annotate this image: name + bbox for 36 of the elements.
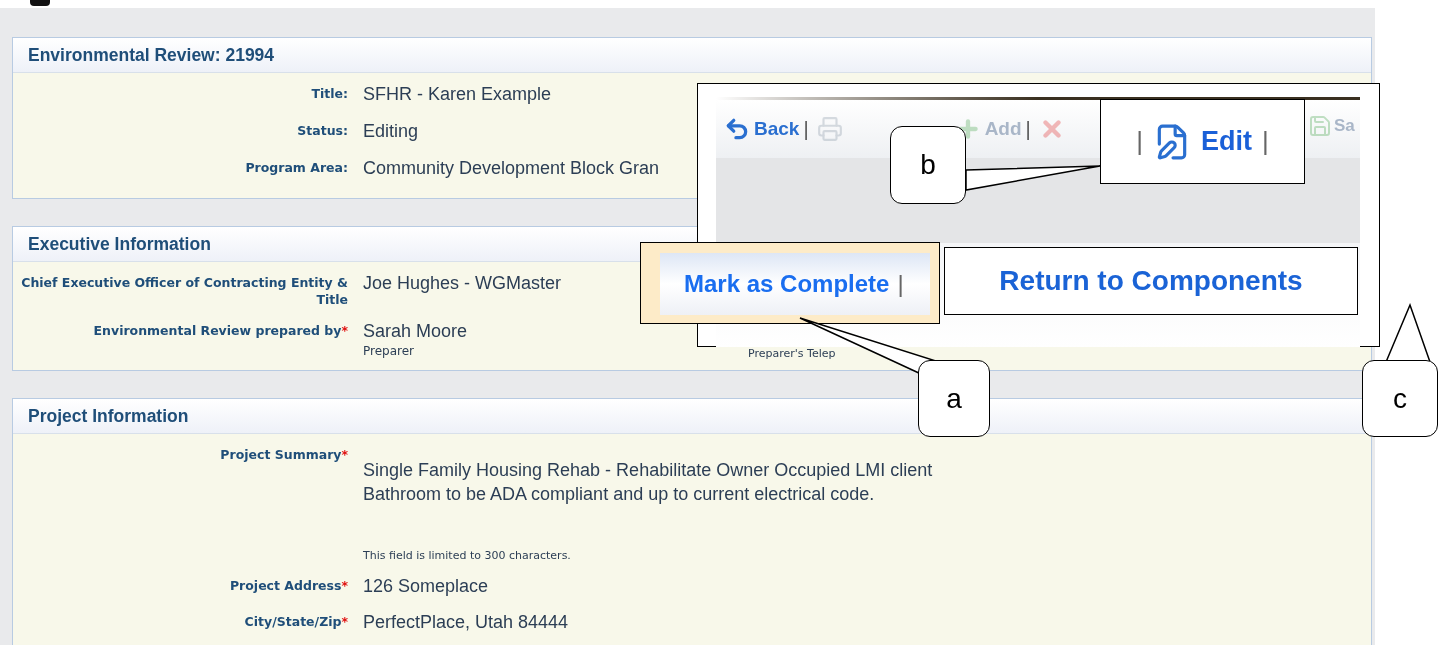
back-arrow-icon — [724, 116, 750, 142]
field-label: Preparer's Telep — [748, 348, 836, 360]
separator: | — [803, 117, 809, 142]
toolbar-link[interactable]: Back — [754, 114, 800, 144]
field-value: Community Development Block Gran — [363, 157, 660, 179]
field-value: Sarah Moore — [363, 320, 468, 342]
section-title: Environmental Review: 21994 — [28, 43, 275, 67]
section-title: Project Information — [28, 404, 189, 428]
field-label: Program Area: — [244, 159, 348, 176]
separator: | — [1025, 117, 1031, 142]
field-label: Environmental Review prepared by* — [92, 322, 348, 339]
edit-link[interactable]: Edit — [1201, 121, 1252, 162]
field-label: Project Address* — [228, 576, 348, 594]
callout-label: a — [918, 360, 990, 437]
save-icon — [1308, 113, 1332, 138]
partial-icon — [30, 0, 50, 6]
field-hint: This field is limited to 300 characters. — [363, 548, 571, 564]
section-title: Executive Information — [28, 232, 211, 256]
field-label: Status: — [296, 122, 348, 139]
field-value: PerfectPlace, Utah 84444 — [363, 610, 569, 633]
separator: | — [1262, 125, 1269, 158]
return-to-components-button[interactable]: Return to Components — [999, 260, 1303, 302]
mark-complete-link[interactable]: Mark as Complete — [684, 266, 890, 302]
field-value: 126 Someplace — [363, 574, 489, 597]
field-label: Project Summary* — [219, 446, 348, 463]
summary-text: Single Family Housing Rehab - Rehabilitate Owner Occupied LMI client Bathroom to be ADA compliant and up to current electrical code. — [363, 459, 933, 506]
callout-label: b — [890, 126, 966, 204]
field-value: SFHR - Karen Example — [363, 83, 552, 105]
field-note: Preparer — [363, 343, 415, 360]
field-value: Joe Hughes - WGMaster — [363, 272, 562, 294]
separator: | — [897, 269, 904, 299]
field-label: Title: — [310, 85, 348, 102]
separator: | — [1136, 125, 1143, 158]
field-label: Chief Executive Officer of Contracting Entity & Title — [20, 274, 348, 308]
field-value: Editing — [363, 120, 419, 142]
field-label: City/State/Zip* — [243, 612, 348, 630]
